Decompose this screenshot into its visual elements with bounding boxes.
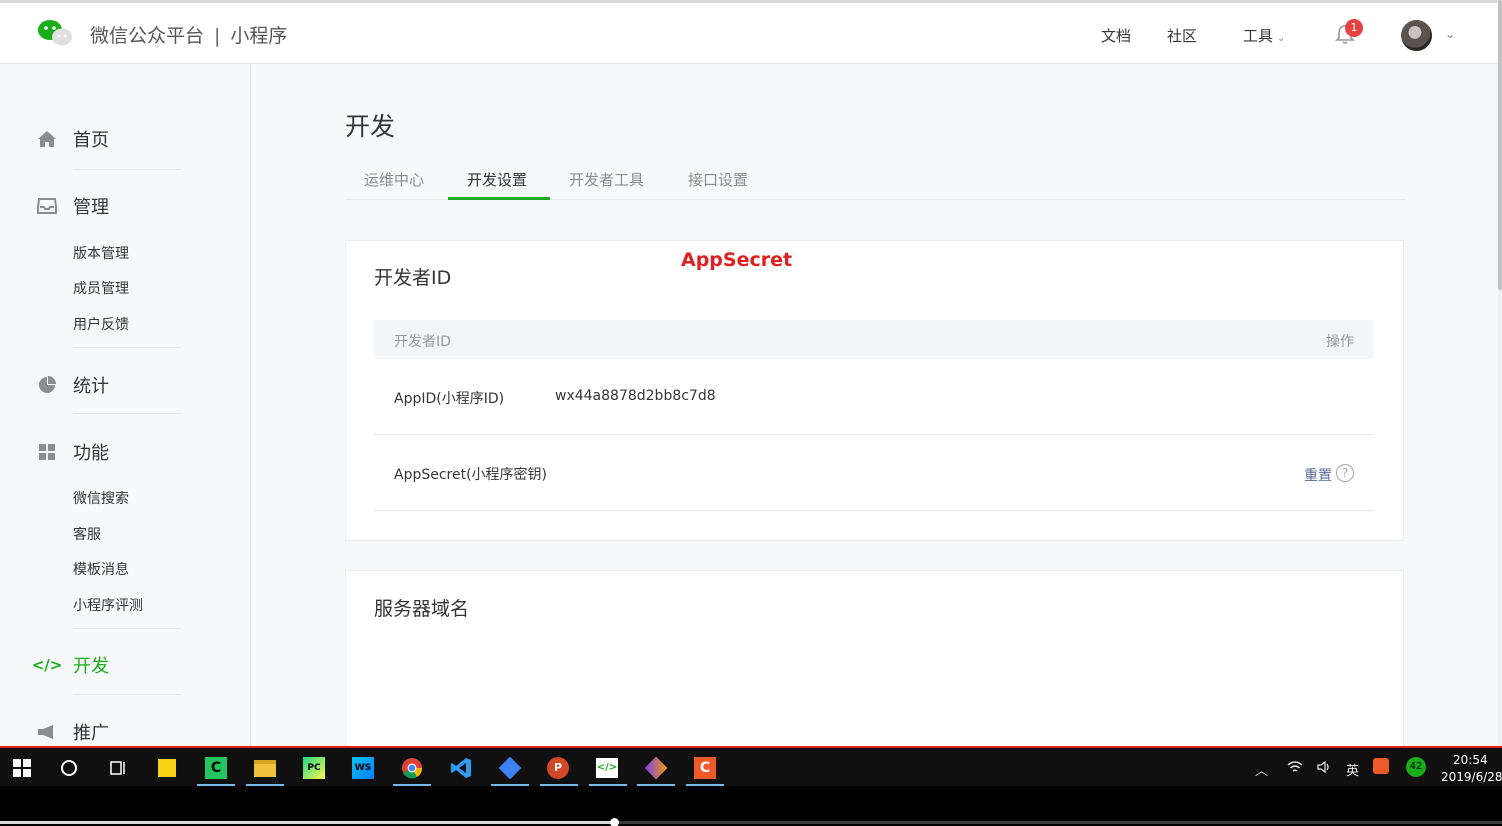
divider [73, 694, 181, 695]
tab-dev-settings[interactable]: 开发设置 [467, 169, 527, 190]
reset-secret-button[interactable]: 重置 [1304, 465, 1332, 485]
sidebar-item-template-message[interactable]: 模板消息 [73, 559, 129, 579]
column-header: 操作 [1326, 334, 1354, 350]
page-title: 开发 [345, 112, 396, 141]
tab-bar: 运维中心 开发设置 开发者工具 接口设置 [345, 160, 1405, 200]
nav-docs-link[interactable]: 文档 [1101, 25, 1131, 46]
clock-date[interactable]: 2019/6/28 [1441, 770, 1502, 784]
nav-community-link[interactable]: 社区 [1167, 25, 1197, 46]
wechat-logo-icon[interactable] [36, 18, 74, 48]
sidebar-item-miniprogram-review[interactable]: 小程序评测 [73, 595, 143, 615]
server-domain-card [345, 570, 1404, 746]
app-diamond-icon[interactable] [498, 756, 522, 780]
column-header: 开发者ID [394, 334, 451, 350]
divider [73, 347, 181, 348]
sidebar-item-home[interactable]: 首页 [36, 126, 109, 152]
clion-icon[interactable]: C [204, 756, 228, 780]
video-progress-handle[interactable] [610, 818, 619, 826]
inbox-icon [36, 195, 58, 217]
sidebar-item-member-manage[interactable]: 成员管理 [73, 278, 129, 298]
divider [73, 413, 181, 414]
wechat-devtools-icon[interactable]: </> [595, 756, 619, 780]
sidebar-item-version-manage[interactable]: 版本管理 [73, 243, 129, 263]
top-header: 微信公众平台 | 小程序 文档 社区 工具 ⌄ 1 ⌄ [0, 0, 1498, 64]
sidebar-label: 功能 [73, 443, 109, 464]
annotation-label: AppSecret [681, 249, 793, 271]
megaphone-icon [36, 721, 58, 743]
tab-api-settings[interactable]: 接口设置 [688, 169, 748, 190]
chevron-down-icon: ⌄ [1277, 33, 1286, 44]
card-title: 开发者ID [374, 267, 452, 289]
sidebar-item-manage[interactable]: 管理 [36, 193, 109, 219]
sidebar-label: 推广 [73, 723, 109, 744]
brand-title[interactable]: 微信公众平台 | 小程序 [90, 21, 287, 48]
top-edge-line [0, 0, 1498, 3]
file-explorer-icon[interactable] [253, 756, 277, 780]
page-scrollbar[interactable] [1498, 0, 1502, 746]
brand-separator: | [214, 25, 221, 47]
divider [73, 169, 181, 170]
sidebar-item-user-feedback[interactable]: 用户反馈 [73, 314, 129, 334]
active-tab-indicator [448, 197, 550, 200]
powerpoint-icon[interactable]: P [546, 756, 570, 780]
video-control-strip [0, 786, 1502, 826]
appid-value[interactable]: wx44a8878d2bb8c7d8 [555, 388, 716, 404]
avatar[interactable] [1401, 20, 1432, 51]
appid-label: AppID(小程序ID) [394, 391, 505, 407]
sidebar-label: 管理 [73, 197, 109, 218]
search-circle-icon[interactable] [57, 756, 81, 780]
sogou-icon[interactable] [1373, 758, 1389, 778]
grid-icon [36, 441, 58, 463]
sticky-notes-icon[interactable] [155, 756, 179, 780]
chevron-down-icon[interactable]: ⌄ [1445, 27, 1455, 41]
sidebar-item-customer-service[interactable]: 客服 [73, 524, 101, 544]
sidebar-item-wechat-search[interactable]: 微信搜索 [73, 488, 129, 508]
sidebar-item-dev[interactable]: </> 开发 [31, 652, 109, 678]
sidebar-item-stats[interactable]: 统计 [36, 372, 109, 398]
ime-indicator[interactable]: 英 [1346, 760, 1359, 779]
task-view-icon[interactable] [105, 756, 129, 780]
notification-badge: 1 [1345, 19, 1363, 37]
c-editor-icon[interactable]: C [693, 756, 717, 780]
pycharm-icon[interactable]: PC [302, 756, 326, 780]
windows-start-icon[interactable] [10, 756, 34, 780]
volume-icon[interactable] [1317, 760, 1333, 778]
help-icon[interactable]: ? [1336, 464, 1354, 482]
vscode-icon[interactable] [449, 756, 473, 780]
wifi-icon[interactable] [1287, 760, 1303, 778]
pie-chart-icon [36, 374, 58, 396]
tab-ops-center[interactable]: 运维中心 [364, 169, 424, 190]
clock-time[interactable]: 20:54 [1453, 753, 1488, 767]
scrollbar-thumb[interactable] [1498, 0, 1502, 290]
table-header: 开发者ID 操作 [374, 320, 1374, 359]
webstorm-icon[interactable]: WS [351, 756, 375, 780]
sidebar-label: 统计 [73, 376, 109, 397]
card-title: 服务器域名 [374, 598, 470, 620]
home-icon [36, 128, 58, 150]
sidebar-item-features[interactable]: 功能 [36, 439, 109, 465]
sidebar-label: 开发 [73, 656, 109, 677]
divider [374, 510, 1374, 511]
sidebar-item-promo[interactable]: 推广 [36, 719, 109, 745]
nav-tools-dropdown[interactable]: 工具 ⌄ [1243, 25, 1285, 46]
code-icon: </> [31, 656, 63, 674]
chrome-icon[interactable] [400, 756, 424, 780]
nav-tools-label: 工具 [1243, 27, 1274, 45]
taskbar: C PC WS P </> C ︿ 英 42 20:54 2019/6/28 [0, 746, 1502, 786]
product-name: 小程序 [230, 25, 288, 47]
brand-name: 微信公众平台 [90, 25, 205, 47]
divider [73, 628, 181, 629]
git-tool-icon[interactable] [644, 756, 668, 780]
divider [374, 434, 1374, 435]
appsecret-label: AppSecret(小程序密钥) [394, 467, 548, 483]
tray-badge: 42 [1406, 757, 1426, 777]
sidebar [0, 64, 251, 746]
video-progress-fill [0, 821, 616, 824]
sidebar-label: 首页 [73, 130, 109, 151]
video-progress-bar[interactable] [0, 818, 1502, 826]
tab-dev-tools[interactable]: 开发者工具 [569, 169, 644, 190]
chevron-up-icon[interactable]: ︿ [1255, 760, 1268, 779]
security-app-icon[interactable]: 42 [1406, 757, 1426, 777]
